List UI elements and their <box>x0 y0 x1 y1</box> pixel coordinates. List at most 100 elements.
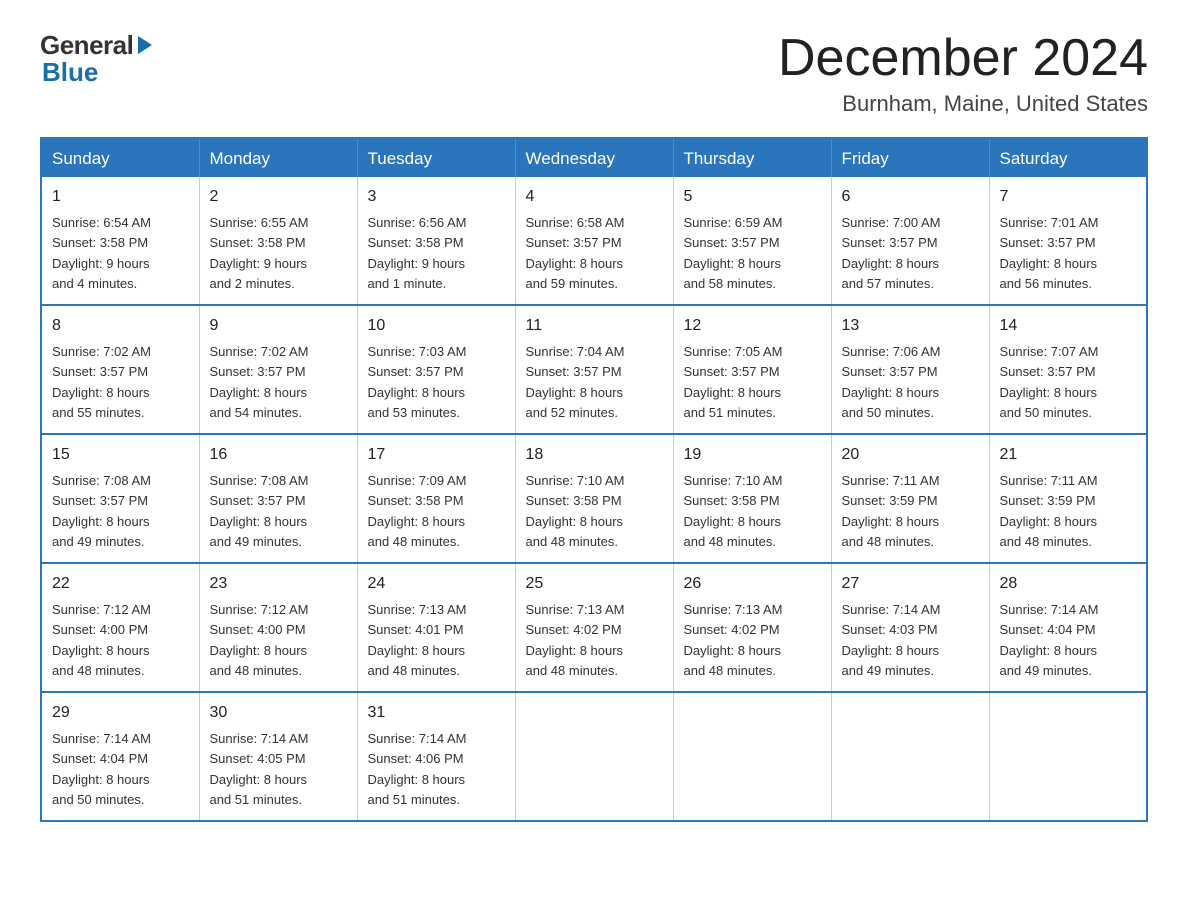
calendar-week-5: 29 Sunrise: 7:14 AMSunset: 4:04 PMDaylig… <box>41 692 1147 821</box>
day-info: Sunrise: 6:59 AMSunset: 3:57 PMDaylight:… <box>684 215 783 291</box>
day-number: 31 <box>368 701 505 725</box>
day-number: 14 <box>1000 314 1137 338</box>
table-row: 14 Sunrise: 7:07 AMSunset: 3:57 PMDaylig… <box>989 305 1147 434</box>
day-info: Sunrise: 7:08 AMSunset: 3:57 PMDaylight:… <box>210 473 309 549</box>
day-number: 20 <box>842 443 979 467</box>
day-info: Sunrise: 6:55 AMSunset: 3:58 PMDaylight:… <box>210 215 309 291</box>
day-info: Sunrise: 6:54 AMSunset: 3:58 PMDaylight:… <box>52 215 151 291</box>
calendar-week-3: 15 Sunrise: 7:08 AMSunset: 3:57 PMDaylig… <box>41 434 1147 563</box>
day-info: Sunrise: 6:56 AMSunset: 3:58 PMDaylight:… <box>368 215 467 291</box>
calendar-week-1: 1 Sunrise: 6:54 AMSunset: 3:58 PMDayligh… <box>41 177 1147 305</box>
day-number: 6 <box>842 185 979 209</box>
title-area: December 2024 Burnham, Maine, United Sta… <box>778 30 1148 117</box>
table-row <box>515 692 673 821</box>
logo-blue-text: Blue <box>42 57 98 87</box>
table-row: 12 Sunrise: 7:05 AMSunset: 3:57 PMDaylig… <box>673 305 831 434</box>
table-row: 1 Sunrise: 6:54 AMSunset: 3:58 PMDayligh… <box>41 177 199 305</box>
day-info: Sunrise: 7:00 AMSunset: 3:57 PMDaylight:… <box>842 215 941 291</box>
day-info: Sunrise: 7:05 AMSunset: 3:57 PMDaylight:… <box>684 344 783 420</box>
table-row: 24 Sunrise: 7:13 AMSunset: 4:01 PMDaylig… <box>357 563 515 692</box>
day-info: Sunrise: 7:03 AMSunset: 3:57 PMDaylight:… <box>368 344 467 420</box>
day-info: Sunrise: 7:12 AMSunset: 4:00 PMDaylight:… <box>210 602 309 678</box>
table-row: 11 Sunrise: 7:04 AMSunset: 3:57 PMDaylig… <box>515 305 673 434</box>
day-info: Sunrise: 7:06 AMSunset: 3:57 PMDaylight:… <box>842 344 941 420</box>
col-tuesday: Tuesday <box>357 138 515 177</box>
table-row: 7 Sunrise: 7:01 AMSunset: 3:57 PMDayligh… <box>989 177 1147 305</box>
day-number: 27 <box>842 572 979 596</box>
table-row: 9 Sunrise: 7:02 AMSunset: 3:57 PMDayligh… <box>199 305 357 434</box>
day-number: 10 <box>368 314 505 338</box>
table-row: 8 Sunrise: 7:02 AMSunset: 3:57 PMDayligh… <box>41 305 199 434</box>
day-info: Sunrise: 7:08 AMSunset: 3:57 PMDaylight:… <box>52 473 151 549</box>
day-info: Sunrise: 7:10 AMSunset: 3:58 PMDaylight:… <box>684 473 783 549</box>
day-number: 11 <box>526 314 663 338</box>
day-number: 25 <box>526 572 663 596</box>
day-number: 24 <box>368 572 505 596</box>
day-info: Sunrise: 7:11 AMSunset: 3:59 PMDaylight:… <box>842 473 940 549</box>
day-info: Sunrise: 7:12 AMSunset: 4:00 PMDaylight:… <box>52 602 151 678</box>
location-subtitle: Burnham, Maine, United States <box>778 91 1148 117</box>
day-number: 26 <box>684 572 821 596</box>
table-row <box>673 692 831 821</box>
table-row: 30 Sunrise: 7:14 AMSunset: 4:05 PMDaylig… <box>199 692 357 821</box>
col-saturday: Saturday <box>989 138 1147 177</box>
table-row: 18 Sunrise: 7:10 AMSunset: 3:58 PMDaylig… <box>515 434 673 563</box>
day-number: 17 <box>368 443 505 467</box>
table-row <box>989 692 1147 821</box>
day-info: Sunrise: 7:02 AMSunset: 3:57 PMDaylight:… <box>52 344 151 420</box>
day-info: Sunrise: 7:04 AMSunset: 3:57 PMDaylight:… <box>526 344 625 420</box>
table-row: 25 Sunrise: 7:13 AMSunset: 4:02 PMDaylig… <box>515 563 673 692</box>
table-row: 15 Sunrise: 7:08 AMSunset: 3:57 PMDaylig… <box>41 434 199 563</box>
table-row: 10 Sunrise: 7:03 AMSunset: 3:57 PMDaylig… <box>357 305 515 434</box>
day-number: 18 <box>526 443 663 467</box>
col-thursday: Thursday <box>673 138 831 177</box>
table-row: 29 Sunrise: 7:14 AMSunset: 4:04 PMDaylig… <box>41 692 199 821</box>
day-number: 7 <box>1000 185 1137 209</box>
table-row: 28 Sunrise: 7:14 AMSunset: 4:04 PMDaylig… <box>989 563 1147 692</box>
day-info: Sunrise: 7:09 AMSunset: 3:58 PMDaylight:… <box>368 473 467 549</box>
day-info: Sunrise: 6:58 AMSunset: 3:57 PMDaylight:… <box>526 215 625 291</box>
logo-arrow-icon <box>134 34 156 56</box>
table-row: 16 Sunrise: 7:08 AMSunset: 3:57 PMDaylig… <box>199 434 357 563</box>
col-wednesday: Wednesday <box>515 138 673 177</box>
page-header: General Blue December 2024 Burnham, Main… <box>40 30 1148 117</box>
day-number: 22 <box>52 572 189 596</box>
day-info: Sunrise: 7:13 AMSunset: 4:01 PMDaylight:… <box>368 602 467 678</box>
day-number: 15 <box>52 443 189 467</box>
day-info: Sunrise: 7:13 AMSunset: 4:02 PMDaylight:… <box>526 602 625 678</box>
day-info: Sunrise: 7:02 AMSunset: 3:57 PMDaylight:… <box>210 344 309 420</box>
day-info: Sunrise: 7:10 AMSunset: 3:58 PMDaylight:… <box>526 473 625 549</box>
calendar-header-row: Sunday Monday Tuesday Wednesday Thursday… <box>41 138 1147 177</box>
table-row: 2 Sunrise: 6:55 AMSunset: 3:58 PMDayligh… <box>199 177 357 305</box>
table-row: 4 Sunrise: 6:58 AMSunset: 3:57 PMDayligh… <box>515 177 673 305</box>
table-row: 23 Sunrise: 7:12 AMSunset: 4:00 PMDaylig… <box>199 563 357 692</box>
col-monday: Monday <box>199 138 357 177</box>
day-number: 5 <box>684 185 821 209</box>
day-number: 4 <box>526 185 663 209</box>
table-row: 6 Sunrise: 7:00 AMSunset: 3:57 PMDayligh… <box>831 177 989 305</box>
table-row: 31 Sunrise: 7:14 AMSunset: 4:06 PMDaylig… <box>357 692 515 821</box>
table-row: 17 Sunrise: 7:09 AMSunset: 3:58 PMDaylig… <box>357 434 515 563</box>
calendar-table: Sunday Monday Tuesday Wednesday Thursday… <box>40 137 1148 822</box>
day-info: Sunrise: 7:14 AMSunset: 4:04 PMDaylight:… <box>1000 602 1099 678</box>
table-row: 13 Sunrise: 7:06 AMSunset: 3:57 PMDaylig… <box>831 305 989 434</box>
day-number: 13 <box>842 314 979 338</box>
col-friday: Friday <box>831 138 989 177</box>
day-info: Sunrise: 7:14 AMSunset: 4:05 PMDaylight:… <box>210 731 309 807</box>
day-info: Sunrise: 7:01 AMSunset: 3:57 PMDaylight:… <box>1000 215 1099 291</box>
day-number: 30 <box>210 701 347 725</box>
day-number: 23 <box>210 572 347 596</box>
day-info: Sunrise: 7:14 AMSunset: 4:04 PMDaylight:… <box>52 731 151 807</box>
day-number: 9 <box>210 314 347 338</box>
day-info: Sunrise: 7:13 AMSunset: 4:02 PMDaylight:… <box>684 602 783 678</box>
day-number: 8 <box>52 314 189 338</box>
table-row: 21 Sunrise: 7:11 AMSunset: 3:59 PMDaylig… <box>989 434 1147 563</box>
table-row: 3 Sunrise: 6:56 AMSunset: 3:58 PMDayligh… <box>357 177 515 305</box>
day-info: Sunrise: 7:14 AMSunset: 4:03 PMDaylight:… <box>842 602 941 678</box>
logo: General Blue <box>40 30 156 88</box>
day-number: 28 <box>1000 572 1137 596</box>
day-number: 3 <box>368 185 505 209</box>
table-row <box>831 692 989 821</box>
table-row: 20 Sunrise: 7:11 AMSunset: 3:59 PMDaylig… <box>831 434 989 563</box>
calendar-week-2: 8 Sunrise: 7:02 AMSunset: 3:57 PMDayligh… <box>41 305 1147 434</box>
